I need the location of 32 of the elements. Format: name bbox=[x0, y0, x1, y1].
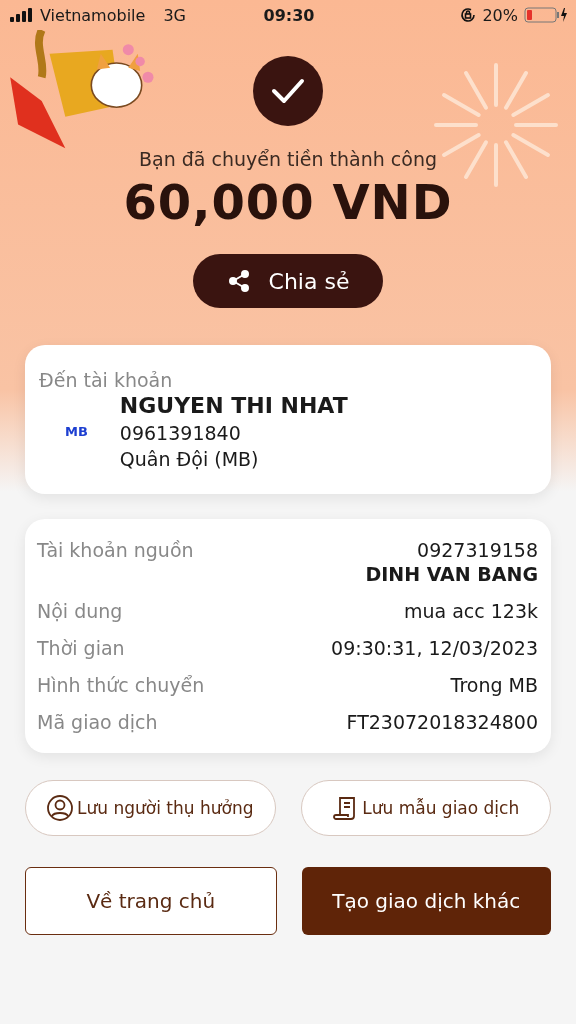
network-type: 3G bbox=[163, 5, 186, 25]
detail-label: Mã giao dịch bbox=[37, 711, 158, 733]
recipient-bank: Quân Đội (MB) bbox=[119, 448, 260, 470]
save-action-button[interactable]: Lưu người thụ hưởng bbox=[25, 780, 276, 836]
battery-icon bbox=[524, 7, 568, 23]
transfer-amount: 60,000 VND bbox=[123, 174, 453, 230]
signal-icon bbox=[10, 8, 32, 22]
new-transaction-button[interactable]: Tạo giao dịch khác bbox=[301, 867, 551, 935]
detail-label: Hình thức chuyển bbox=[37, 674, 205, 696]
bank-logo: MB bbox=[65, 424, 88, 439]
home-button[interactable]: Về trang chủ bbox=[25, 867, 277, 935]
detail-label: Tài khoản nguồn bbox=[37, 539, 194, 561]
detail-value: 0927319158 bbox=[417, 539, 538, 561]
detail-value: 09:30:31, 12/03/2023 bbox=[331, 637, 538, 659]
carrier-name: Vietnamobile bbox=[40, 5, 146, 25]
detail-value: FT23072018324800 bbox=[346, 711, 538, 733]
save-action-button[interactable]: Lưu mẫu giao dịch bbox=[300, 780, 551, 836]
detail-value: DINH VAN BANG bbox=[365, 563, 538, 585]
share-button[interactable]: Chia sẻ bbox=[193, 254, 383, 308]
success-message: Bạn đã chuyển tiền thành công bbox=[139, 148, 437, 170]
recipient-name: NGUYEN THI NHAT bbox=[119, 393, 348, 418]
rotation-lock-icon bbox=[460, 7, 477, 23]
status-time: 09:30 bbox=[263, 5, 315, 25]
recipient-label: Đến tài khoản bbox=[39, 369, 174, 391]
battery-percent: 20% bbox=[482, 5, 518, 25]
detail-value: mua acc 123k bbox=[403, 600, 538, 622]
share-icon bbox=[226, 269, 251, 293]
detail-value: Trong MB bbox=[450, 674, 538, 696]
recipient-account: 0961391840 bbox=[119, 422, 242, 444]
detail-label: Thời gian bbox=[37, 637, 125, 659]
detail-label: Nội dung bbox=[37, 600, 123, 622]
person-icon bbox=[47, 795, 74, 821]
